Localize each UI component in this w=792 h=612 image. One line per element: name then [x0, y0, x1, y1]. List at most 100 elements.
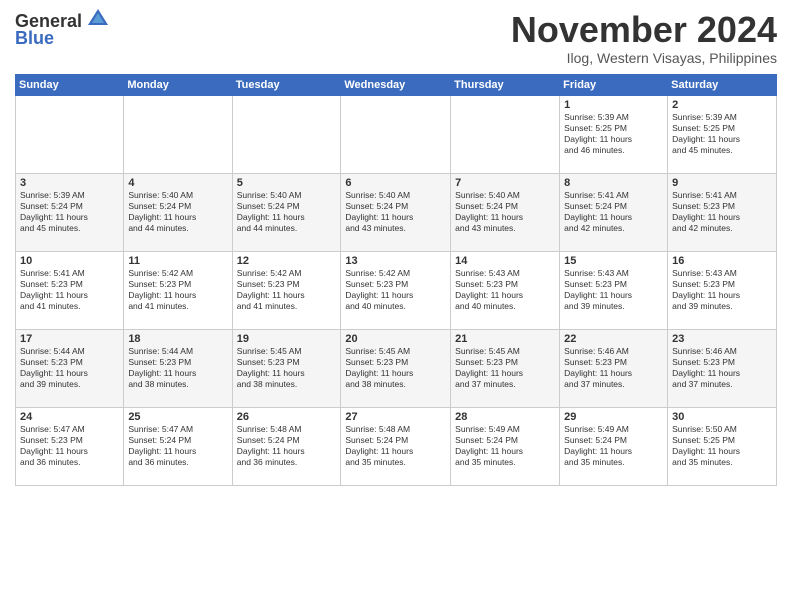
calendar-cell: 16Sunrise: 5:43 AM Sunset: 5:23 PM Dayli…	[668, 251, 777, 329]
day-number: 18	[128, 333, 227, 345]
day-info: Sunrise: 5:44 AM Sunset: 5:23 PM Dayligh…	[20, 346, 119, 390]
day-info: Sunrise: 5:49 AM Sunset: 5:24 PM Dayligh…	[564, 424, 663, 468]
day-number: 28	[455, 411, 555, 423]
logo: General Blue	[15, 10, 112, 49]
day-info: Sunrise: 5:43 AM Sunset: 5:23 PM Dayligh…	[455, 268, 555, 312]
col-wednesday: Wednesday	[341, 74, 451, 95]
page-header: General Blue November 2024 Ilog, Western…	[15, 10, 777, 66]
col-friday: Friday	[560, 74, 668, 95]
calendar-cell: 5Sunrise: 5:40 AM Sunset: 5:24 PM Daylig…	[232, 173, 341, 251]
day-info: Sunrise: 5:42 AM Sunset: 5:23 PM Dayligh…	[237, 268, 337, 312]
calendar-cell: 23Sunrise: 5:46 AM Sunset: 5:23 PM Dayli…	[668, 329, 777, 407]
day-number: 20	[345, 333, 446, 345]
calendar-week-row-1: 3Sunrise: 5:39 AM Sunset: 5:24 PM Daylig…	[16, 173, 777, 251]
day-info: Sunrise: 5:46 AM Sunset: 5:23 PM Dayligh…	[672, 346, 772, 390]
page-container: General Blue November 2024 Ilog, Western…	[0, 0, 792, 491]
col-monday: Monday	[124, 74, 232, 95]
calendar-cell: 10Sunrise: 5:41 AM Sunset: 5:23 PM Dayli…	[16, 251, 124, 329]
day-info: Sunrise: 5:47 AM Sunset: 5:24 PM Dayligh…	[128, 424, 227, 468]
day-number: 2	[672, 99, 772, 111]
calendar-cell	[232, 95, 341, 173]
day-number: 25	[128, 411, 227, 423]
day-info: Sunrise: 5:40 AM Sunset: 5:24 PM Dayligh…	[345, 190, 446, 234]
day-number: 6	[345, 177, 446, 189]
day-info: Sunrise: 5:48 AM Sunset: 5:24 PM Dayligh…	[237, 424, 337, 468]
calendar-cell: 25Sunrise: 5:47 AM Sunset: 5:24 PM Dayli…	[124, 407, 232, 485]
day-number: 22	[564, 333, 663, 345]
calendar-cell	[451, 95, 560, 173]
day-info: Sunrise: 5:45 AM Sunset: 5:23 PM Dayligh…	[345, 346, 446, 390]
day-number: 26	[237, 411, 337, 423]
calendar-week-row-2: 10Sunrise: 5:41 AM Sunset: 5:23 PM Dayli…	[16, 251, 777, 329]
day-info: Sunrise: 5:43 AM Sunset: 5:23 PM Dayligh…	[672, 268, 772, 312]
day-number: 5	[237, 177, 337, 189]
day-info: Sunrise: 5:40 AM Sunset: 5:24 PM Dayligh…	[455, 190, 555, 234]
day-info: Sunrise: 5:40 AM Sunset: 5:24 PM Dayligh…	[237, 190, 337, 234]
location-text: Ilog, Western Visayas, Philippines	[511, 50, 777, 66]
day-info: Sunrise: 5:50 AM Sunset: 5:25 PM Dayligh…	[672, 424, 772, 468]
day-number: 4	[128, 177, 227, 189]
day-number: 24	[20, 411, 119, 423]
calendar-cell	[124, 95, 232, 173]
day-number: 14	[455, 255, 555, 267]
day-info: Sunrise: 5:44 AM Sunset: 5:23 PM Dayligh…	[128, 346, 227, 390]
calendar-cell: 9Sunrise: 5:41 AM Sunset: 5:23 PM Daylig…	[668, 173, 777, 251]
calendar-cell: 19Sunrise: 5:45 AM Sunset: 5:23 PM Dayli…	[232, 329, 341, 407]
calendar-cell: 7Sunrise: 5:40 AM Sunset: 5:24 PM Daylig…	[451, 173, 560, 251]
calendar-cell: 12Sunrise: 5:42 AM Sunset: 5:23 PM Dayli…	[232, 251, 341, 329]
calendar-week-row-3: 17Sunrise: 5:44 AM Sunset: 5:23 PM Dayli…	[16, 329, 777, 407]
calendar-cell	[16, 95, 124, 173]
day-info: Sunrise: 5:39 AM Sunset: 5:25 PM Dayligh…	[672, 112, 772, 156]
day-info: Sunrise: 5:42 AM Sunset: 5:23 PM Dayligh…	[128, 268, 227, 312]
day-info: Sunrise: 5:43 AM Sunset: 5:23 PM Dayligh…	[564, 268, 663, 312]
col-sunday: Sunday	[16, 74, 124, 95]
day-info: Sunrise: 5:47 AM Sunset: 5:23 PM Dayligh…	[20, 424, 119, 468]
calendar-cell: 8Sunrise: 5:41 AM Sunset: 5:24 PM Daylig…	[560, 173, 668, 251]
calendar-week-row-0: 1Sunrise: 5:39 AM Sunset: 5:25 PM Daylig…	[16, 95, 777, 173]
day-info: Sunrise: 5:41 AM Sunset: 5:23 PM Dayligh…	[672, 190, 772, 234]
day-number: 10	[20, 255, 119, 267]
calendar-cell: 21Sunrise: 5:45 AM Sunset: 5:23 PM Dayli…	[451, 329, 560, 407]
day-info: Sunrise: 5:46 AM Sunset: 5:23 PM Dayligh…	[564, 346, 663, 390]
day-number: 8	[564, 177, 663, 189]
day-number: 9	[672, 177, 772, 189]
day-number: 23	[672, 333, 772, 345]
calendar-week-row-4: 24Sunrise: 5:47 AM Sunset: 5:23 PM Dayli…	[16, 407, 777, 485]
day-info: Sunrise: 5:39 AM Sunset: 5:25 PM Dayligh…	[564, 112, 663, 156]
day-number: 29	[564, 411, 663, 423]
title-block: November 2024 Ilog, Western Visayas, Phi…	[511, 10, 777, 66]
day-number: 11	[128, 255, 227, 267]
calendar-cell: 24Sunrise: 5:47 AM Sunset: 5:23 PM Dayli…	[16, 407, 124, 485]
calendar-cell: 30Sunrise: 5:50 AM Sunset: 5:25 PM Dayli…	[668, 407, 777, 485]
day-number: 27	[345, 411, 446, 423]
day-number: 3	[20, 177, 119, 189]
day-number: 16	[672, 255, 772, 267]
calendar-cell: 4Sunrise: 5:40 AM Sunset: 5:24 PM Daylig…	[124, 173, 232, 251]
col-tuesday: Tuesday	[232, 74, 341, 95]
calendar-cell: 13Sunrise: 5:42 AM Sunset: 5:23 PM Dayli…	[341, 251, 451, 329]
day-number: 15	[564, 255, 663, 267]
calendar-cell: 27Sunrise: 5:48 AM Sunset: 5:24 PM Dayli…	[341, 407, 451, 485]
calendar-cell: 20Sunrise: 5:45 AM Sunset: 5:23 PM Dayli…	[341, 329, 451, 407]
day-number: 13	[345, 255, 446, 267]
calendar-cell: 6Sunrise: 5:40 AM Sunset: 5:24 PM Daylig…	[341, 173, 451, 251]
day-info: Sunrise: 5:45 AM Sunset: 5:23 PM Dayligh…	[455, 346, 555, 390]
day-number: 30	[672, 411, 772, 423]
calendar-cell: 3Sunrise: 5:39 AM Sunset: 5:24 PM Daylig…	[16, 173, 124, 251]
calendar-cell: 15Sunrise: 5:43 AM Sunset: 5:23 PM Dayli…	[560, 251, 668, 329]
calendar-cell: 28Sunrise: 5:49 AM Sunset: 5:24 PM Dayli…	[451, 407, 560, 485]
calendar-cell	[341, 95, 451, 173]
day-info: Sunrise: 5:40 AM Sunset: 5:24 PM Dayligh…	[128, 190, 227, 234]
day-number: 1	[564, 99, 663, 111]
col-thursday: Thursday	[451, 74, 560, 95]
day-info: Sunrise: 5:41 AM Sunset: 5:23 PM Dayligh…	[20, 268, 119, 312]
day-number: 12	[237, 255, 337, 267]
col-saturday: Saturday	[668, 74, 777, 95]
calendar-cell: 11Sunrise: 5:42 AM Sunset: 5:23 PM Dayli…	[124, 251, 232, 329]
logo-icon	[84, 5, 112, 33]
day-info: Sunrise: 5:45 AM Sunset: 5:23 PM Dayligh…	[237, 346, 337, 390]
logo-text-blue: Blue	[15, 29, 54, 49]
calendar-cell: 1Sunrise: 5:39 AM Sunset: 5:25 PM Daylig…	[560, 95, 668, 173]
day-number: 19	[237, 333, 337, 345]
day-number: 17	[20, 333, 119, 345]
